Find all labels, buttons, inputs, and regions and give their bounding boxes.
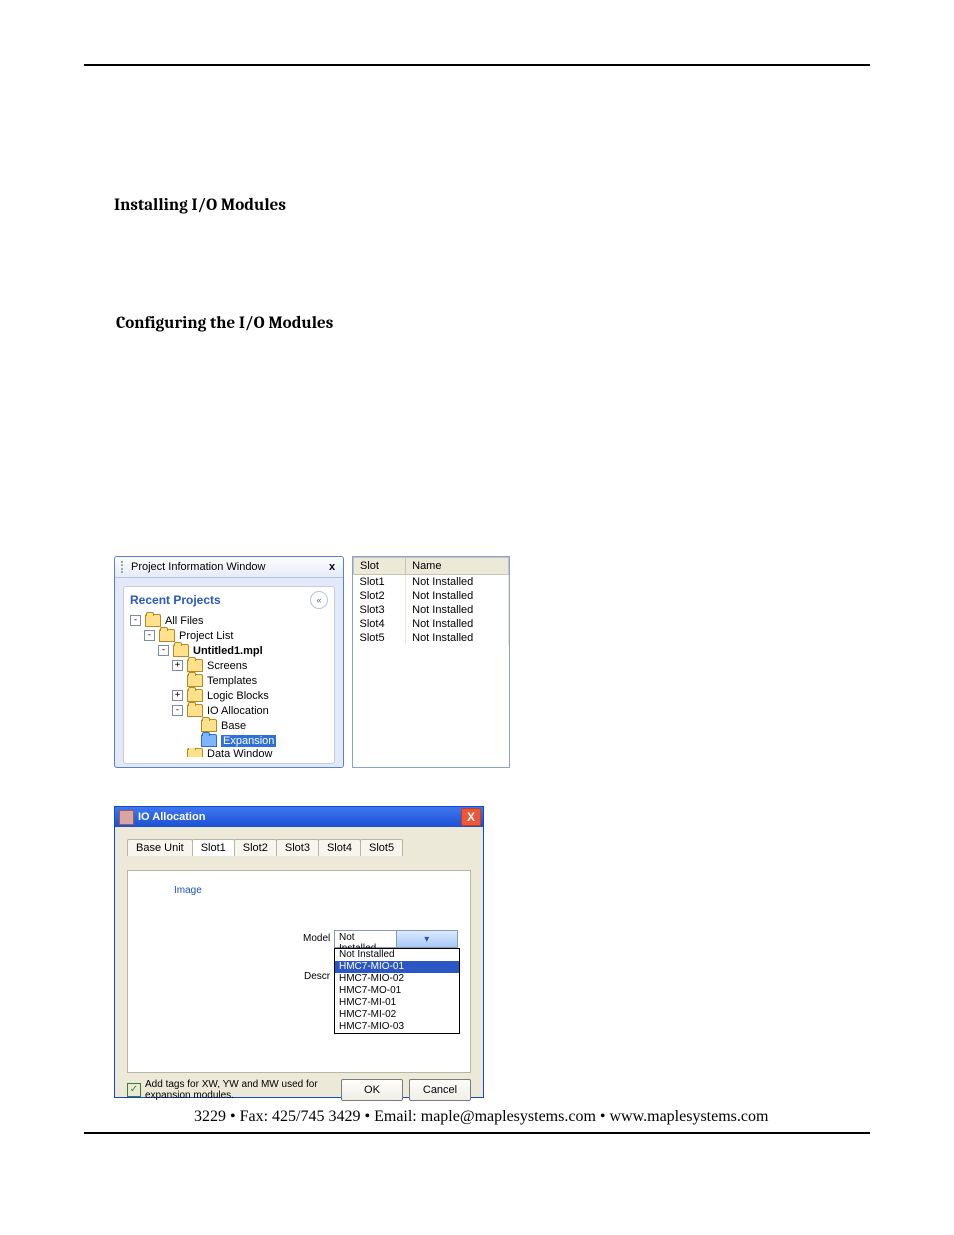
cell-name: Not Installed	[406, 603, 509, 617]
close-icon[interactable]: X	[461, 808, 481, 826]
slot-list-window: Slot Name Slot1Not InstalledSlot2Not Ins…	[352, 556, 510, 768]
toggle-spacer	[186, 720, 197, 731]
table-row[interactable]: Slot4Not Installed	[354, 617, 509, 631]
tree-item-label: Templates	[207, 675, 257, 687]
cell-name: Not Installed	[406, 617, 509, 631]
tab-panel: Image Model Descr Not Installed ▾ Not In…	[127, 870, 471, 1073]
expand-icon[interactable]: +	[172, 690, 183, 701]
tree-item[interactable]: Expansion	[130, 733, 328, 748]
collapse-icon[interactable]: -	[172, 705, 183, 716]
page-footer: 3229 • Fax: 425/745 3429 • Email: maple@…	[194, 1108, 768, 1126]
table-row[interactable]: Slot3Not Installed	[354, 603, 509, 617]
toggle-spacer	[186, 735, 197, 746]
model-select-value: Not Installed	[335, 931, 396, 947]
table-row[interactable]: Slot5Not Installed	[354, 631, 509, 645]
cancel-button[interactable]: Cancel	[409, 1079, 471, 1101]
folder-icon	[187, 674, 203, 687]
folder-icon	[187, 748, 203, 757]
folder-icon	[187, 704, 203, 717]
tree-item-label: Data Window	[207, 748, 272, 757]
cell-slot: Slot4	[354, 617, 406, 631]
collapse-icon[interactable]: -	[158, 645, 169, 656]
rule-bottom	[84, 1132, 870, 1134]
table-row[interactable]: Slot2Not Installed	[354, 589, 509, 603]
tab-slot4[interactable]: Slot4	[318, 839, 361, 856]
expand-icon[interactable]: +	[172, 660, 183, 671]
tree-item-label: Untitled1.mpl	[193, 645, 263, 657]
tab-slot5[interactable]: Slot5	[360, 839, 403, 856]
tree-item[interactable]: - Project List	[130, 628, 328, 643]
tree-item[interactable]: - All Files	[130, 613, 328, 628]
description-label: Descr	[304, 971, 330, 982]
io-allocation-dialog: IO Allocation X Base UnitSlot1Slot2Slot3…	[114, 806, 484, 1098]
collapse-icon[interactable]: «	[310, 591, 328, 609]
tree-item[interactable]: + Screens	[130, 658, 328, 673]
folder-icon	[187, 659, 203, 672]
folder-icon	[201, 719, 217, 732]
model-select[interactable]: Not Installed ▾	[334, 930, 458, 948]
ok-button[interactable]: OK	[341, 1079, 403, 1101]
collapse-icon[interactable]: -	[130, 615, 141, 626]
cell-slot: Slot2	[354, 589, 406, 603]
tree-item-label: Logic Blocks	[207, 690, 269, 702]
folder-icon	[187, 689, 203, 702]
tree-item[interactable]: Data Window	[130, 748, 328, 757]
tree-item-label: Project List	[179, 630, 233, 642]
close-icon[interactable]: x	[325, 561, 339, 573]
recent-projects-label: Recent Projects	[130, 593, 221, 607]
tree-item[interactable]: - Untitled1.mpl	[130, 643, 328, 658]
collapse-icon[interactable]: -	[144, 630, 155, 641]
col-slot[interactable]: Slot	[354, 558, 406, 575]
cell-name: Not Installed	[406, 589, 509, 603]
folder-icon	[145, 614, 161, 627]
grip-icon	[121, 561, 127, 573]
description-box	[334, 967, 458, 1023]
tree-item-label: Expansion	[221, 735, 276, 747]
tab-base-unit[interactable]: Base Unit	[127, 839, 193, 856]
ioa-titlebar: IO Allocation X	[115, 807, 483, 827]
model-label: Model	[303, 933, 330, 944]
cell-name: Not Installed	[406, 631, 509, 645]
heading-installing: Installing I/O Modules	[114, 196, 286, 215]
tree-item[interactable]: Templates	[130, 673, 328, 688]
folder-icon	[201, 734, 217, 747]
tab-slot1[interactable]: Slot1	[192, 839, 235, 856]
chevron-down-icon[interactable]: ▾	[396, 931, 458, 947]
app-icon	[119, 810, 134, 825]
table-row[interactable]: Slot1Not Installed	[354, 575, 509, 590]
toggle-spacer	[172, 748, 183, 757]
project-tree[interactable]: -All Files-Project List-Untitled1.mpl+Sc…	[130, 613, 328, 757]
cell-slot: Slot1	[354, 575, 406, 590]
col-name[interactable]: Name	[406, 558, 509, 575]
piw-title: Project Information Window	[131, 561, 325, 573]
tree-item-label: Base	[221, 720, 246, 732]
tree-item-label: Screens	[207, 660, 247, 672]
tree-item[interactable]: + Logic Blocks	[130, 688, 328, 703]
group-image-label: Image	[174, 885, 202, 896]
piw-pane: Recent Projects « -All Files-Project Lis…	[123, 586, 335, 764]
tree-item[interactable]: Base	[130, 718, 328, 733]
project-info-window: Project Information Window x Recent Proj…	[114, 556, 344, 768]
tab-slot3[interactable]: Slot3	[276, 839, 319, 856]
piw-titlebar: Project Information Window x	[115, 557, 343, 578]
addtags-checkbox[interactable]	[127, 1083, 141, 1097]
cell-name: Not Installed	[406, 575, 509, 590]
tree-item-label: IO Allocation	[207, 705, 269, 717]
tree-item[interactable]: - IO Allocation	[130, 703, 328, 718]
cell-slot: Slot3	[354, 603, 406, 617]
cell-slot: Slot5	[354, 631, 406, 645]
tab-strip: Base UnitSlot1Slot2Slot3Slot4Slot5	[127, 839, 483, 856]
dropdown-option[interactable]: Not Installed	[335, 949, 459, 961]
toggle-spacer	[172, 675, 183, 686]
addtags-label: Add tags for XW, YW and MW used for expa…	[145, 1079, 335, 1101]
folder-icon	[173, 644, 189, 657]
rule-top	[84, 64, 870, 66]
ioa-title-text: IO Allocation	[138, 811, 205, 823]
folder-icon	[159, 629, 175, 642]
tree-item-label: All Files	[165, 615, 204, 627]
tab-slot2[interactable]: Slot2	[234, 839, 277, 856]
heading-configuring: Configuring the I/O Modules	[116, 314, 333, 333]
